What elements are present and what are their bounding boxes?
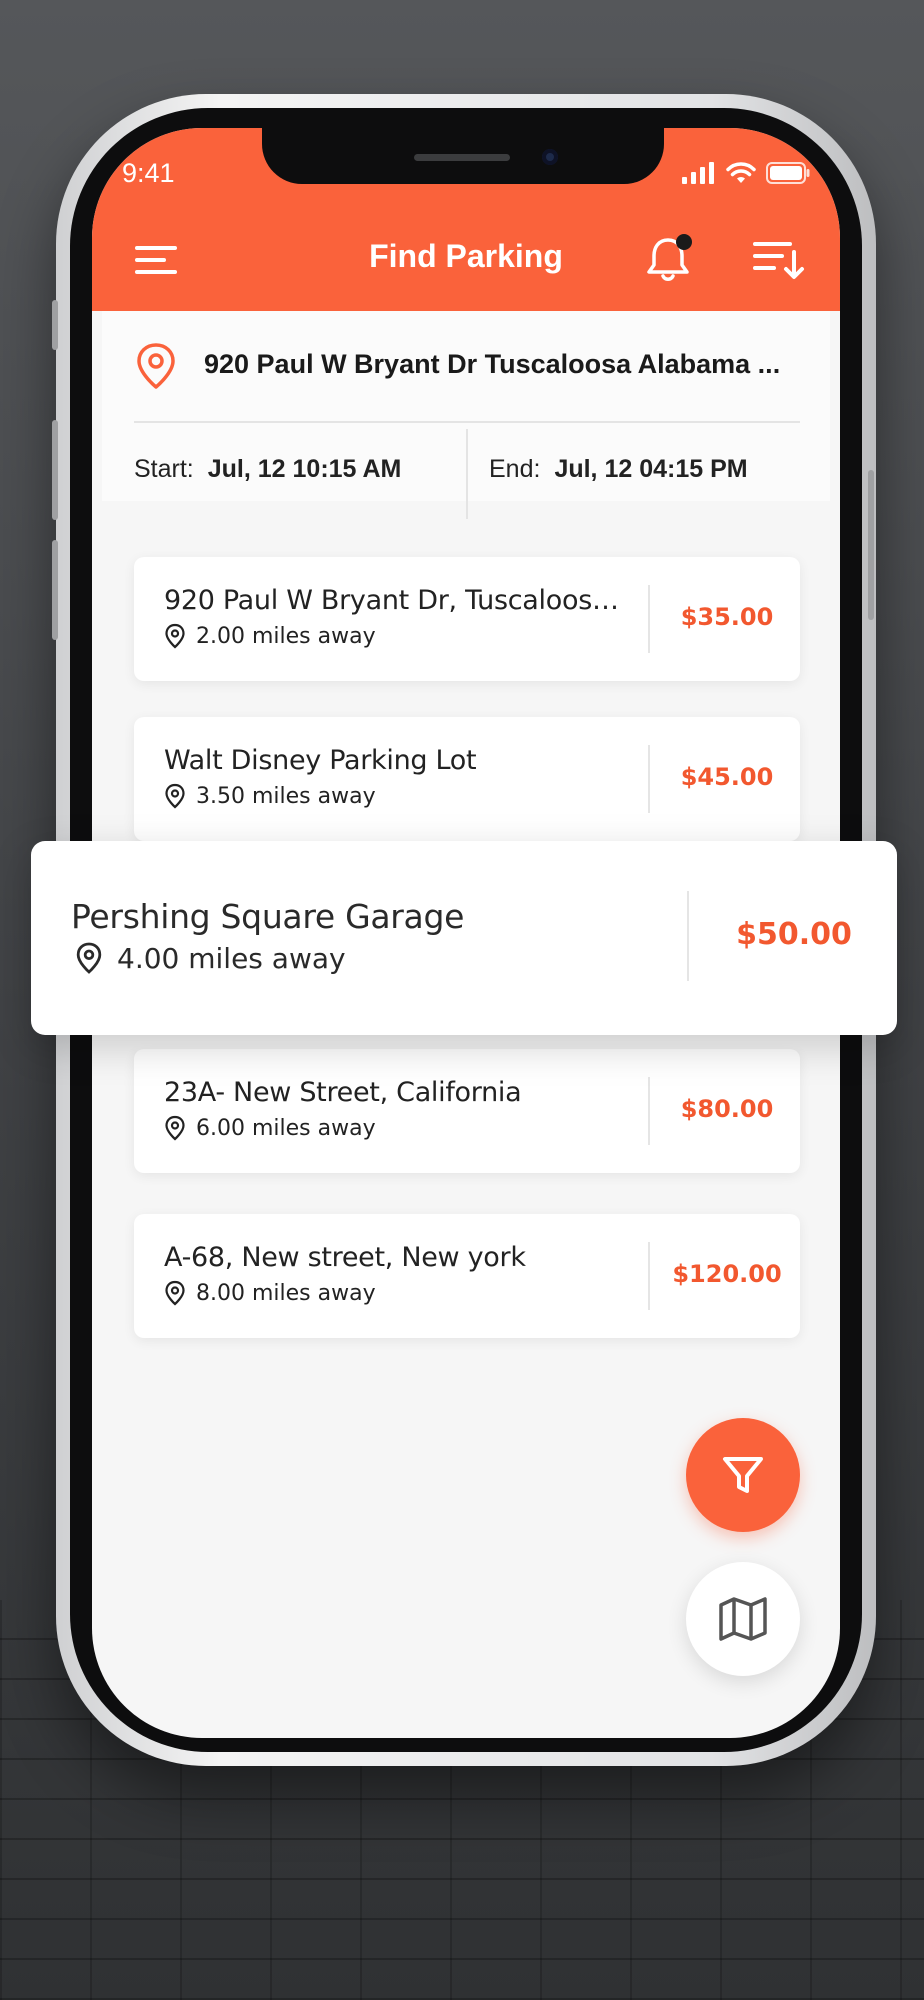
location-pin-icon (165, 623, 185, 649)
side-button (52, 420, 58, 520)
distance-text: 6.00 miles away (196, 1115, 376, 1141)
page-title: Find Parking (369, 238, 563, 274)
parking-distance: 8.00 miles away (164, 1280, 376, 1306)
distance-text: 3.50 miles away (196, 783, 376, 809)
time-range-row: Start: Jul, 12 10:15 AM End: Jul, 12 04:15… (102, 421, 830, 519)
notification-badge (676, 234, 692, 250)
parking-result-card[interactable]: A-68, New street, New york 8.00 miles aw… (134, 1214, 800, 1338)
divider (648, 1242, 650, 1310)
parking-price: $35.00 (680, 603, 774, 631)
parking-name: 920 Paul W Bryant Dr, Tuscaloosa, ... (164, 585, 634, 616)
distance-text: 8.00 miles away (196, 1280, 376, 1306)
distance-text: 4.00 miles away (117, 941, 346, 975)
address-row[interactable]: 920 Paul W Bryant Dr Tuscaloosa Alabama … (134, 311, 800, 423)
location-pin-icon (165, 1280, 185, 1306)
map-view-button[interactable] (686, 1562, 800, 1676)
parking-name: A-68, New street, New york (164, 1242, 526, 1273)
highlighted-parking-card[interactable]: Pershing Square Garage 4.00 miles away $… (31, 841, 897, 1035)
map-icon (719, 1597, 767, 1641)
filter-icon (723, 1457, 763, 1493)
battery-icon (766, 162, 810, 184)
start-label: Start: (134, 455, 194, 483)
parking-distance: 3.50 miles away (164, 783, 376, 809)
status-time: 9:41 (122, 158, 175, 188)
parking-name: Pershing Square Garage (71, 897, 465, 936)
signal-icon (682, 162, 714, 184)
speaker (414, 154, 510, 161)
sort-button[interactable] (752, 238, 806, 287)
notifications-button[interactable] (644, 232, 698, 289)
end-value: Jul, 12 04:15 PM (554, 455, 748, 483)
divider (648, 585, 650, 653)
parking-result-card[interactable]: 920 Paul W Bryant Dr, Tuscaloosa, ... 2.… (134, 557, 800, 681)
location-pin-icon (165, 1115, 185, 1141)
address-text: 920 Paul W Bryant Dr Tuscaloosa Alabama … (204, 349, 781, 379)
divider (648, 745, 650, 813)
parking-price: $45.00 (680, 763, 774, 791)
bell-icon (647, 234, 692, 281)
start-time[interactable]: Start: Jul, 12 10:15 AM (134, 455, 401, 484)
parking-distance: 4.00 miles away (75, 941, 346, 975)
parking-price: $120.00 (672, 1260, 782, 1288)
end-label: End: (489, 455, 541, 483)
parking-price: $50.00 (736, 917, 852, 952)
parking-result-card[interactable]: Walt Disney Parking Lot 3.50 miles away … (134, 717, 800, 841)
location-pin-icon (137, 343, 175, 389)
location-pin-icon (165, 783, 185, 809)
end-time[interactable]: End: Jul, 12 04:15 PM (489, 455, 748, 484)
sort-icon (753, 242, 804, 279)
parking-price: $80.00 (680, 1095, 774, 1123)
side-button (52, 300, 58, 350)
divider (648, 1077, 650, 1145)
divider (687, 891, 689, 981)
location-pin-icon (76, 942, 102, 974)
camera (542, 149, 558, 165)
start-value: Jul, 12 10:15 AM (207, 455, 402, 483)
search-summary[interactable]: 920 Paul W Bryant Dr Tuscaloosa Alabama … (102, 311, 830, 519)
parking-distance: 2.00 miles away (164, 623, 376, 649)
notch (262, 128, 664, 184)
filter-button[interactable] (686, 1418, 800, 1532)
parking-distance: 6.00 miles away (164, 1115, 376, 1141)
distance-text: 2.00 miles away (196, 623, 376, 649)
side-button (868, 470, 874, 620)
parking-name: Walt Disney Parking Lot (164, 745, 477, 776)
side-button (52, 540, 58, 640)
divider (466, 429, 468, 519)
wifi-icon (726, 162, 756, 183)
app-header: 9:41 Find Parking (92, 128, 840, 311)
status-icons (682, 160, 810, 186)
parking-result-card[interactable]: 23A- New Street, California 6.00 miles a… (134, 1049, 800, 1173)
parking-name: 23A- New Street, California (164, 1077, 522, 1108)
